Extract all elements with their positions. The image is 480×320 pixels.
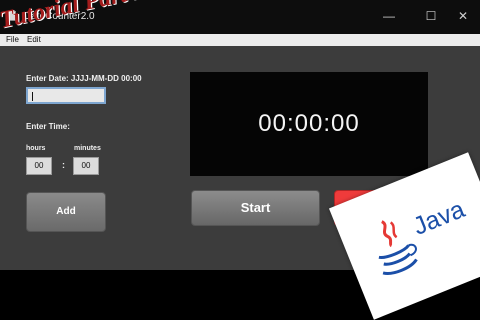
- date-label: Enter Date: JJJJ-MM-DD 00:00: [26, 74, 142, 83]
- menu-bar: File Edit: [0, 34, 480, 46]
- hours-label: hours: [26, 145, 46, 152]
- minutes-input[interactable]: 00: [73, 157, 99, 175]
- java-logo-text: Java: [409, 195, 469, 241]
- text-caret: [32, 92, 33, 101]
- timer-display-text: 00:00:00: [258, 110, 360, 137]
- maximize-button[interactable]: ☐: [420, 8, 442, 24]
- add-button[interactable]: Add: [26, 192, 106, 232]
- close-button[interactable]: ✕: [452, 8, 474, 24]
- time-separator: :: [62, 160, 65, 170]
- minutes-label: minutes: [74, 145, 101, 152]
- hours-input[interactable]: 00: [26, 157, 52, 175]
- menu-file[interactable]: File: [6, 34, 19, 46]
- time-label: Enter Time:: [26, 122, 70, 131]
- start-button[interactable]: Start: [191, 190, 320, 226]
- timer-display: 00:00:00: [190, 72, 428, 176]
- date-input[interactable]: [26, 87, 106, 104]
- menu-edit[interactable]: Edit: [27, 34, 41, 46]
- minimize-button[interactable]: —: [378, 8, 400, 24]
